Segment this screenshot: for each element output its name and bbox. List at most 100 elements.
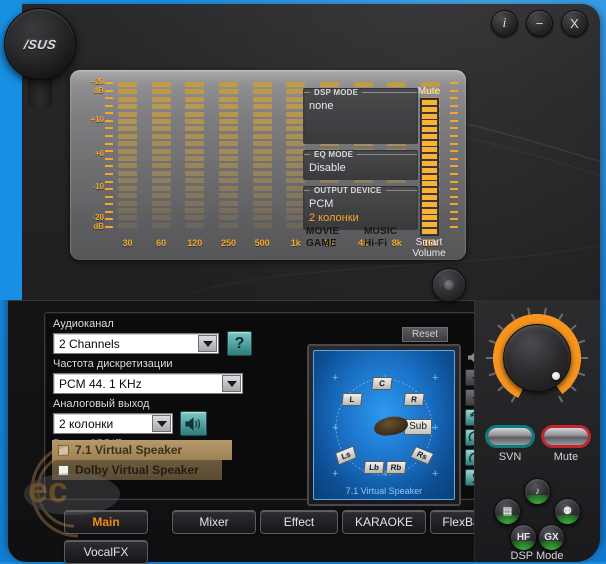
eq-band[interactable]	[252, 82, 272, 228]
sample-rate-select[interactable]: PCM 44. 1 KHz	[53, 373, 243, 394]
eq-segment	[118, 215, 137, 221]
speaker-icon	[185, 416, 201, 431]
eq-segment	[151, 96, 171, 102]
db-tick	[105, 127, 113, 130]
db-tick	[105, 165, 113, 168]
db-tick	[105, 180, 113, 183]
eq-segment	[151, 185, 171, 191]
tab-mixer[interactable]: Mixer	[172, 510, 256, 534]
dsp-movie-button[interactable]: ▤	[494, 498, 521, 525]
tab-karaoke[interactable]: KARAOKE	[342, 510, 426, 534]
eq-segment	[151, 141, 171, 147]
eq-segment	[185, 222, 205, 228]
eq-segment	[118, 133, 137, 139]
eq-segment	[151, 133, 171, 139]
eq-segment	[218, 193, 238, 199]
equalizer-grid: +20 dB +10 +0 -10 -20 dB 30 60 120 250 500 1k…	[78, 78, 458, 259]
eq-segment	[218, 178, 238, 184]
eq-segment	[252, 200, 272, 206]
smart-volume-segment	[421, 194, 437, 200]
speaker-L[interactable]: L	[341, 393, 363, 406]
toggle-row: SVN Mute	[488, 428, 588, 463]
smart-volume-segment	[421, 174, 437, 180]
tab-effect[interactable]: Effect	[260, 510, 338, 534]
dsp-music-button[interactable]: ♪	[524, 478, 551, 505]
audio-channel-select[interactable]: 2 Channels	[53, 333, 219, 354]
eq-segment	[185, 185, 205, 191]
speaker-layout-canvas[interactable]: + + + + + + + + C L R Ls Lb Rb	[313, 350, 455, 500]
eq-segment	[252, 104, 272, 110]
speaker-Sub[interactable]: Sub	[404, 419, 432, 435]
chevron-down-icon[interactable]	[152, 415, 171, 432]
tab-bar: Main Mixer Effect KARAOKE FlexBass Vocal…	[54, 510, 504, 564]
eq-mode-value: Disable	[309, 162, 346, 174]
close-button[interactable]: X	[561, 10, 588, 37]
frequency-label: 30	[122, 238, 133, 248]
svn-toggle[interactable]	[488, 428, 532, 445]
speaker-C[interactable]: C	[371, 377, 393, 390]
question-mark-icon: ?	[234, 335, 245, 352]
analog-output-label: Аналоговый выход	[53, 398, 150, 410]
speaker-layout-panel[interactable]: + + + + + + + + C L R Ls Lb Rb	[307, 344, 461, 506]
chassis-orb[interactable]	[432, 268, 466, 302]
db-tick	[105, 97, 113, 100]
eq-band[interactable]	[185, 82, 205, 228]
eq-band[interactable]	[118, 82, 137, 228]
eq-segment	[252, 222, 272, 228]
dsp-mode-buttons: ♪ ▤ ⚉ HF GX DSP Mode	[480, 478, 594, 562]
help-button[interactable]: ?	[227, 331, 252, 356]
sample-rate-value: PCM 44. 1 KHz	[59, 376, 142, 391]
minimize-button[interactable]: −	[526, 10, 553, 37]
speaker-R[interactable]: R	[403, 393, 425, 406]
speaker-Lb[interactable]: Lb	[363, 461, 385, 474]
eq-segment	[118, 96, 137, 102]
speaker-test-button[interactable]	[180, 411, 207, 436]
smart-volume-control[interactable]: Mute Smart Volume	[406, 86, 452, 259]
master-volume-knob[interactable]	[503, 324, 571, 392]
volume-knob-assembly[interactable]	[486, 307, 588, 404]
dsp-hf-button[interactable]: HF	[510, 524, 537, 551]
smart-volume-segment	[421, 228, 437, 234]
dsp-gx-button[interactable]: GX	[538, 524, 565, 551]
db-tick	[105, 225, 113, 228]
dsp-mode-value: none	[309, 100, 334, 112]
smart-volume-segment	[421, 215, 437, 221]
smart-volume-segment	[421, 133, 437, 139]
speaker-label-rs: Rs	[415, 449, 429, 462]
db-tick	[105, 157, 113, 160]
db-label-minus10: -10	[92, 182, 104, 191]
smart-volume-segment	[421, 140, 437, 146]
audio-channel-label: Аудиоканал	[53, 318, 114, 330]
smart-volume-track[interactable]	[419, 98, 439, 236]
output-device-fieldset[interactable]: OUTPUT DEVICE PCM 2 колонки	[303, 186, 418, 230]
frequency-label: 250	[220, 238, 236, 248]
speaker-label-r: R	[410, 395, 418, 404]
eq-segment	[185, 96, 205, 102]
speaker-Rb[interactable]: Rb	[385, 461, 407, 474]
tab-vocalfx[interactable]: VocalFX	[64, 540, 148, 564]
chevron-down-icon[interactable]	[198, 335, 217, 352]
smart-volume-segment	[421, 147, 437, 153]
chevron-down-icon[interactable]	[222, 375, 241, 392]
eq-segment	[252, 82, 272, 87]
mute-toggle[interactable]	[544, 428, 588, 445]
dropdown-item-virtual-speaker[interactable]: 7.1 Virtual Speaker	[52, 440, 232, 460]
dropdown-item-dolby-virtual-speaker[interactable]: Dolby Virtual Speaker	[52, 460, 222, 480]
eq-band[interactable]	[218, 82, 238, 228]
reset-button[interactable]: Reset	[402, 327, 448, 342]
window-controls: i − X	[491, 10, 588, 37]
tab-main[interactable]: Main	[64, 510, 148, 534]
eq-mode-legend: EQ MODE	[314, 150, 354, 159]
eq-segment	[118, 163, 137, 169]
analog-output-select[interactable]: 2 колонки	[53, 413, 173, 434]
eq-band[interactable]	[151, 82, 171, 228]
eq-segment	[151, 82, 171, 87]
dsp-mode-fieldset[interactable]: DSP MODE none	[303, 88, 418, 144]
dsp-game-button[interactable]: ⚉	[554, 498, 581, 525]
speaker-layout-caption: 7.1 Virtual Speaker	[345, 486, 423, 496]
eq-segment	[185, 133, 205, 139]
speaker-label-c: C	[378, 379, 386, 388]
eq-mode-fieldset[interactable]: EQ MODE Disable	[303, 150, 418, 180]
analog-output-dropdown[interactable]: 7.1 Virtual Speaker Dolby Virtual Speake…	[52, 440, 232, 480]
info-button[interactable]: i	[491, 10, 518, 37]
